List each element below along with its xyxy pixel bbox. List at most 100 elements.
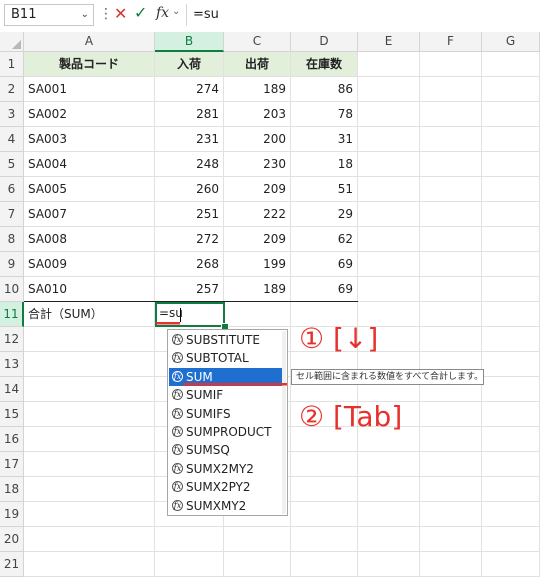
grid-cell[interactable]	[482, 102, 540, 127]
grid-cell[interactable]	[291, 552, 358, 577]
table-cell[interactable]: 272	[155, 227, 224, 252]
table-cell[interactable]: 231	[155, 127, 224, 152]
grid-cell[interactable]	[482, 177, 540, 202]
grid-cell[interactable]	[224, 302, 291, 327]
grid-cell[interactable]	[420, 527, 482, 552]
grid-cell[interactable]	[291, 452, 358, 477]
grid-cell[interactable]	[482, 527, 540, 552]
table-cell[interactable]: 69	[291, 277, 358, 302]
row-header-6[interactable]: 6	[0, 177, 24, 202]
grid-cell[interactable]	[420, 427, 482, 452]
grid-cell[interactable]	[482, 127, 540, 152]
autocomplete-item[interactable]: fx SUMSQ	[169, 441, 286, 459]
grid-cell[interactable]	[24, 552, 155, 577]
grid-cell[interactable]	[420, 302, 482, 327]
table-cell[interactable]: 189	[224, 277, 291, 302]
row-header-8[interactable]: 8	[0, 227, 24, 252]
table-cell[interactable]: SA007	[24, 202, 155, 227]
chevron-down-icon[interactable]: ⌄	[172, 6, 180, 17]
table-cell[interactable]: 189	[224, 77, 291, 102]
grid-cell[interactable]	[358, 252, 420, 277]
grid-cell[interactable]	[420, 402, 482, 427]
grid-cell[interactable]	[482, 252, 540, 277]
grid-cell[interactable]	[358, 152, 420, 177]
column-header-e[interactable]: E	[358, 32, 420, 52]
grid-cell[interactable]	[358, 127, 420, 152]
row-header-15[interactable]: 15	[0, 402, 24, 427]
table-cell[interactable]: 260	[155, 177, 224, 202]
table-cell[interactable]: 209	[224, 227, 291, 252]
grid-cell[interactable]	[358, 102, 420, 127]
row-header-4[interactable]: 4	[0, 127, 24, 152]
grid-cell[interactable]	[291, 527, 358, 552]
grid-cell[interactable]	[420, 77, 482, 102]
row-header-21[interactable]: 21	[0, 552, 24, 577]
cancel-icon[interactable]: ✕	[114, 4, 127, 23]
autocomplete-item[interactable]: fx SUMIFS	[169, 405, 286, 423]
chevron-down-icon[interactable]: ⌄	[81, 5, 89, 25]
table-cell[interactable]: 274	[155, 77, 224, 102]
grid-cell[interactable]	[24, 527, 155, 552]
table-cell[interactable]: 18	[291, 152, 358, 177]
grid-cell[interactable]	[24, 502, 155, 527]
grid-cell[interactable]	[420, 252, 482, 277]
table-cell[interactable]: 251	[155, 202, 224, 227]
grid-cell[interactable]	[482, 502, 540, 527]
grid-cell[interactable]	[291, 477, 358, 502]
column-header-f[interactable]: F	[420, 32, 482, 52]
autocomplete-item[interactable]: fx SUBSTITUTE	[169, 331, 286, 349]
column-header-a[interactable]: A	[24, 32, 155, 52]
table-cell[interactable]: SA008	[24, 227, 155, 252]
total-label-cell[interactable]: 合計（SUM）	[24, 302, 155, 327]
grid-cell[interactable]	[24, 402, 155, 427]
grid-cell[interactable]	[482, 77, 540, 102]
grid-cell[interactable]	[358, 77, 420, 102]
grid-cell[interactable]	[24, 352, 155, 377]
more-icon[interactable]: ⋮	[99, 6, 113, 22]
row-header-5[interactable]: 5	[0, 152, 24, 177]
row-header-20[interactable]: 20	[0, 527, 24, 552]
grid-cell[interactable]	[420, 152, 482, 177]
grid-cell[interactable]	[358, 177, 420, 202]
column-header-b[interactable]: B	[155, 32, 224, 52]
table-cell[interactable]: 86	[291, 77, 358, 102]
table-header-cell[interactable]: 在庫数	[291, 52, 358, 77]
grid-cell[interactable]	[420, 552, 482, 577]
grid-cell[interactable]	[420, 202, 482, 227]
grid-cell[interactable]	[358, 202, 420, 227]
row-header-17[interactable]: 17	[0, 452, 24, 477]
function-autocomplete-list[interactable]: fx SUBSTITUTE fx SUBTOTAL fx SUM fx SUMIF fx SUMI…	[167, 329, 288, 516]
grid-cell[interactable]	[482, 227, 540, 252]
row-header-16[interactable]: 16	[0, 427, 24, 452]
row-header-13[interactable]: 13	[0, 352, 24, 377]
table-cell[interactable]: 203	[224, 102, 291, 127]
row-header-12[interactable]: 12	[0, 327, 24, 352]
grid-cell[interactable]	[358, 527, 420, 552]
grid-cell[interactable]	[420, 477, 482, 502]
row-header-1[interactable]: 1	[0, 52, 24, 77]
grid-cell[interactable]	[155, 552, 224, 577]
table-cell[interactable]: SA004	[24, 152, 155, 177]
table-header-cell[interactable]: 出荷	[224, 52, 291, 77]
table-cell[interactable]: 200	[224, 127, 291, 152]
grid-cell[interactable]	[155, 527, 224, 552]
grid-cell[interactable]	[224, 552, 291, 577]
grid-cell[interactable]	[482, 477, 540, 502]
table-cell[interactable]: 222	[224, 202, 291, 227]
table-cell[interactable]: 281	[155, 102, 224, 127]
grid-cell[interactable]	[24, 377, 155, 402]
column-header-g[interactable]: G	[482, 32, 540, 52]
row-header-2[interactable]: 2	[0, 77, 24, 102]
column-header-d[interactable]: D	[291, 32, 358, 52]
insert-function-icon[interactable]: fx	[156, 5, 169, 21]
table-cell[interactable]: 209	[224, 177, 291, 202]
grid-cell[interactable]	[291, 502, 358, 527]
autocomplete-item[interactable]: fx SUMXMY2	[169, 497, 286, 515]
autocomplete-item[interactable]: fx SUMIF	[169, 386, 286, 404]
table-header-cell[interactable]: 入荷	[155, 52, 224, 77]
grid-cell[interactable]	[358, 477, 420, 502]
table-cell[interactable]: 78	[291, 102, 358, 127]
column-header-c[interactable]: C	[224, 32, 291, 52]
select-all-corner[interactable]	[0, 32, 24, 52]
grid-cell[interactable]	[24, 327, 155, 352]
